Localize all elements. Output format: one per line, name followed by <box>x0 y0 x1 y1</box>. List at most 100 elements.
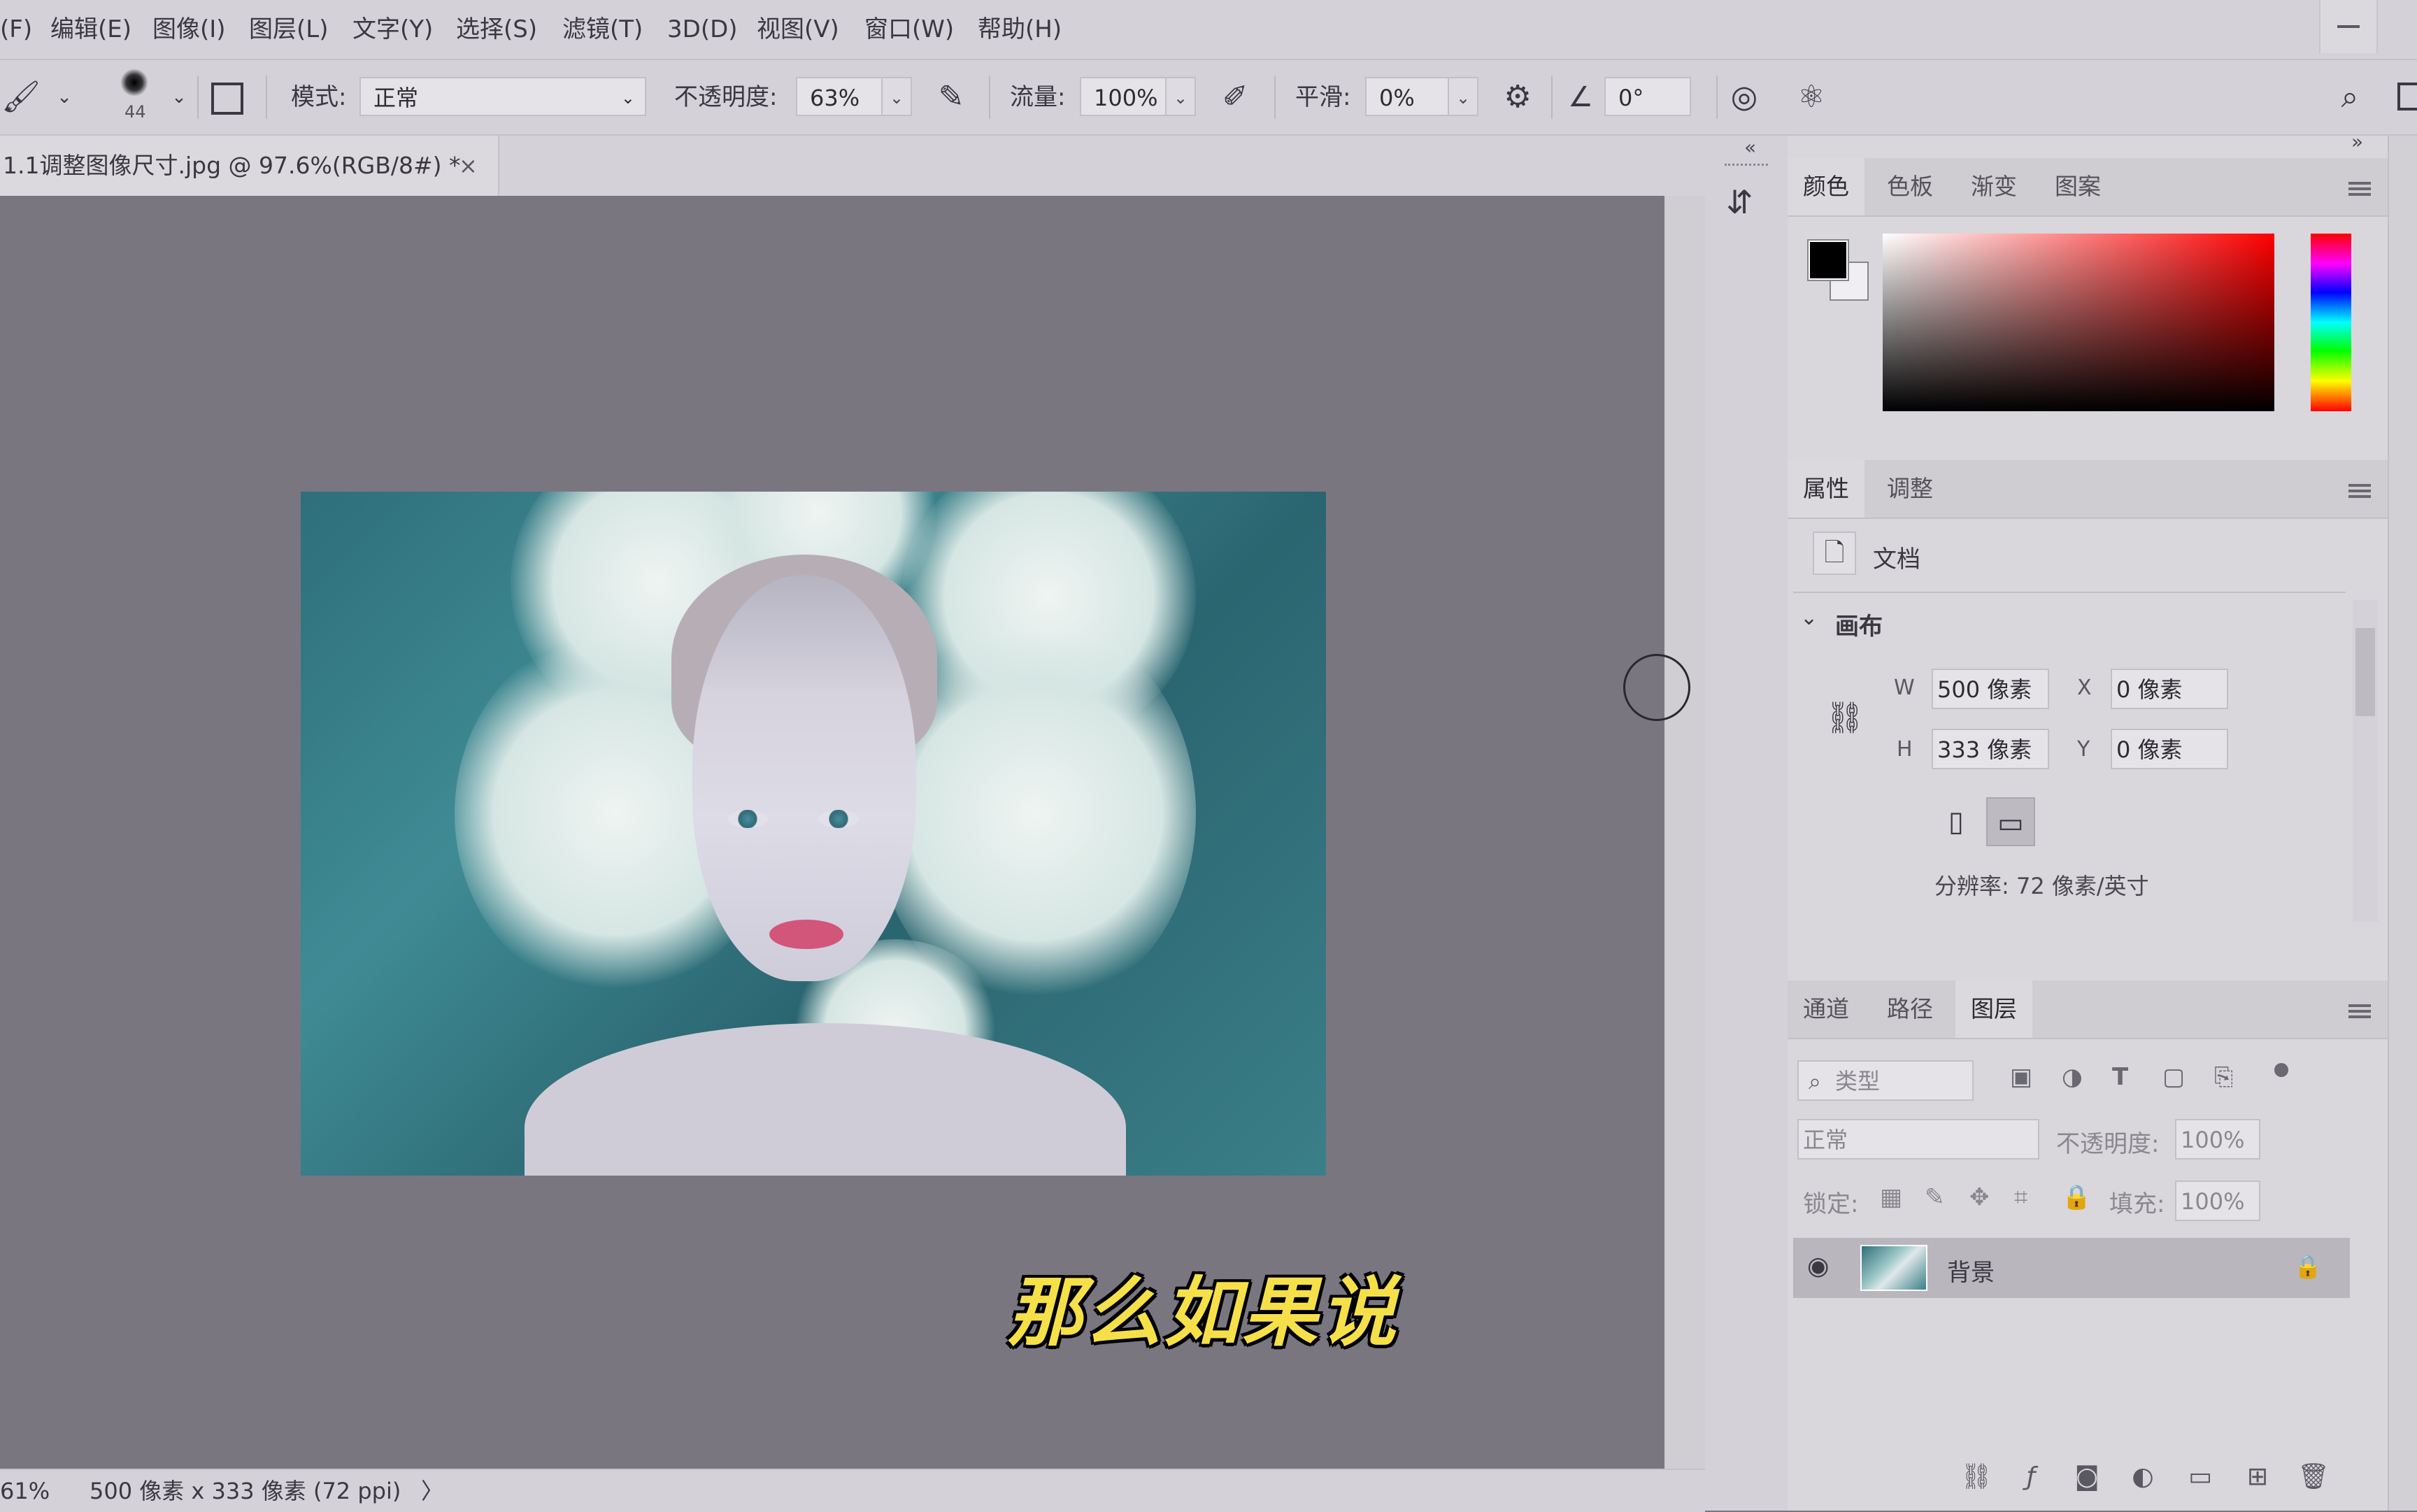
adjustment-layer-icon[interactable]: ◐ <box>2126 1462 2160 1492</box>
history-panel-icon[interactable]: ⇵ <box>1726 183 1753 221</box>
menu-layer[interactable]: 图层(L) <box>249 0 328 59</box>
tab-adjustments[interactable]: 调整 <box>1871 460 1948 518</box>
link-icon[interactable]: ⛓ <box>1825 699 1865 736</box>
document-image[interactable] <box>301 492 1326 1176</box>
pressure-size-icon[interactable]: ◎ <box>1723 60 1765 134</box>
status-bar: 61% 500 像素 x 333 像素 (72 ppi) 〉 <box>0 1469 1705 1512</box>
width-field[interactable]: 500 像素 <box>1932 669 2049 709</box>
lock-transparency-icon[interactable]: ▦ <box>1880 1183 1902 1211</box>
layers-panel-tabs: 通道 路径 图层 <box>1788 980 2388 1039</box>
panel-menu-icon[interactable] <box>2348 484 2371 498</box>
tab-properties[interactable]: 属性 <box>1788 460 1865 518</box>
menu-view[interactable]: 视图(V) <box>757 0 839 59</box>
portrait-orientation-icon[interactable]: ▯ <box>1932 797 1981 846</box>
menu-select[interactable]: 选择(S) <box>456 0 537 59</box>
mode-dropdown[interactable]: 正常 ⌄ <box>359 77 646 116</box>
layer-name[interactable]: 背景 <box>1947 1253 1995 1288</box>
layer-lock-icon: 🔒 <box>2294 1253 2322 1280</box>
chevron-down-icon[interactable]: ⌄ <box>166 60 192 134</box>
brush-tool-icon[interactable]: 🖌 <box>0 60 42 134</box>
new-group-icon[interactable]: ▭ <box>2183 1462 2217 1492</box>
tab-gradients[interactable]: 渐变 <box>1955 158 2032 215</box>
menu-type[interactable]: 文字(Y) <box>352 0 433 59</box>
flow-field[interactable]: 100% <box>1080 77 1167 116</box>
foreground-color-swatch[interactable] <box>1809 241 1848 280</box>
menu-window[interactable]: 窗口(W) <box>864 0 954 59</box>
brush-settings-icon[interactable] <box>211 83 243 115</box>
landscape-orientation-icon[interactable]: ▭ <box>1986 797 2035 846</box>
blend-mode-dropdown[interactable]: 正常 <box>1797 1119 2039 1160</box>
workspace-icon[interactable] <box>2397 83 2417 110</box>
eye-visibility-icon[interactable]: ◉ <box>1807 1252 1829 1281</box>
height-field[interactable]: 333 像素 <box>1932 729 2049 769</box>
filter-type-icon[interactable]: T <box>2112 1063 2128 1091</box>
minimize-button[interactable] <box>2319 0 2378 53</box>
close-icon[interactable]: × <box>459 136 478 196</box>
filter-smart-object-icon[interactable]: ⎘ <box>2214 1063 2233 1091</box>
canvas-vertical-scrollbar[interactable] <box>1664 196 1705 1469</box>
angle-icon: ∠ <box>1568 81 1593 113</box>
search-icon[interactable]: ⌕ <box>2329 60 2371 134</box>
symmetry-icon[interactable]: ⚛ <box>1790 60 1832 134</box>
lock-pixels-icon[interactable]: ✎ <box>1925 1183 1945 1211</box>
smoothing-field[interactable]: 0% <box>1365 77 1449 116</box>
chevron-down-icon[interactable]: ⌄ <box>50 60 78 134</box>
opacity-field[interactable]: 63% <box>796 77 883 116</box>
gear-icon[interactable]: ⚙ <box>1497 60 1539 134</box>
divider <box>266 76 267 119</box>
tab-layers[interactable]: 图层 <box>1955 980 2032 1038</box>
panel-menu-icon[interactable] <box>2348 182 2371 196</box>
hue-slider[interactable] <box>2311 234 2351 411</box>
lock-position-icon[interactable]: ✥ <box>1969 1183 1990 1211</box>
layer-filter-dropdown[interactable]: ⌕ 类型 <box>1797 1060 1974 1101</box>
lock-all-icon[interactable]: 🔒 <box>2062 1183 2091 1211</box>
panel-menu-icon[interactable] <box>2348 1004 2371 1018</box>
tab-patterns[interactable]: 图案 <box>2039 158 2116 215</box>
menu-file[interactable]: (F) <box>0 0 32 59</box>
document-tab-title: 1.1调整图像尺寸.jpg @ 97.6%(RGB/8#) * <box>3 152 461 179</box>
filter-shape-icon[interactable]: ▢ <box>2162 1063 2185 1091</box>
expand-right-icon[interactable]: » <box>2351 130 2363 153</box>
resolution-text: 分辨率: 72 像素/英寸 <box>1934 873 2149 899</box>
delete-layer-icon[interactable]: 🗑 <box>2297 1462 2330 1492</box>
x-field[interactable]: 0 像素 <box>2111 669 2228 709</box>
status-arrow-icon[interactable]: 〉 <box>421 1470 443 1512</box>
tab-paths[interactable]: 路径 <box>1871 980 1948 1038</box>
opacity-dropdown-arrow[interactable]: ⌄ <box>881 77 912 116</box>
layer-mask-icon[interactable]: ◙ <box>2070 1462 2104 1492</box>
menu-help[interactable]: 帮助(H) <box>978 0 1062 59</box>
fill-field[interactable]: 100% <box>2175 1181 2260 1221</box>
tab-swatches[interactable]: 色板 <box>1871 158 1948 215</box>
collapse-left-icon[interactable]: « <box>1744 136 1756 159</box>
filter-pixel-icon[interactable]: ▣ <box>2010 1063 2032 1091</box>
smoothing-label: 平滑: <box>1295 83 1351 111</box>
flow-dropdown-arrow[interactable]: ⌄ <box>1165 77 1196 116</box>
chevron-down-icon[interactable]: ⌄ <box>1800 606 1818 630</box>
grip-icon[interactable] <box>1725 164 1768 171</box>
properties-scroll-thumb[interactable] <box>2355 628 2375 716</box>
fx-icon[interactable]: ƒ <box>2014 1462 2048 1492</box>
angle-field[interactable]: 0° <box>1604 77 1691 116</box>
new-layer-icon[interactable]: ⊞ <box>2241 1462 2274 1492</box>
filter-toggle-icon[interactable] <box>2274 1063 2288 1077</box>
airbrush-icon[interactable]: ✐ <box>1214 60 1256 134</box>
link-layers-icon[interactable]: ⛓ <box>1960 1462 1993 1492</box>
document-info: 500 像素 x 333 像素 (72 ppi) <box>90 1478 401 1504</box>
color-picker-field[interactable] <box>1883 234 2274 411</box>
brush-preset-icon[interactable] <box>120 69 148 97</box>
y-field[interactable]: 0 像素 <box>2111 729 2228 769</box>
filter-adjustment-icon[interactable]: ◑ <box>2062 1063 2083 1091</box>
tab-channels[interactable]: 通道 <box>1788 980 1865 1038</box>
layer-opacity-field[interactable]: 100% <box>2175 1119 2260 1160</box>
document-tab[interactable]: 1.1调整图像尺寸.jpg @ 97.6%(RGB/8#) * × <box>0 136 499 196</box>
lock-artboard-icon[interactable]: ⌗ <box>2014 1183 2027 1211</box>
menu-3d[interactable]: 3D(D) <box>667 0 738 59</box>
tab-color[interactable]: 颜色 <box>1788 158 1865 215</box>
divider <box>1793 592 2346 593</box>
menu-image[interactable]: 图像(I) <box>152 0 226 59</box>
menu-filter[interactable]: 滤镜(T) <box>562 0 643 59</box>
smoothing-dropdown-arrow[interactable]: ⌄ <box>1448 77 1478 116</box>
zoom-level[interactable]: 61% <box>0 1470 50 1512</box>
pressure-opacity-icon[interactable]: ✎ <box>930 60 972 134</box>
menu-edit[interactable]: 编辑(E) <box>50 0 131 59</box>
